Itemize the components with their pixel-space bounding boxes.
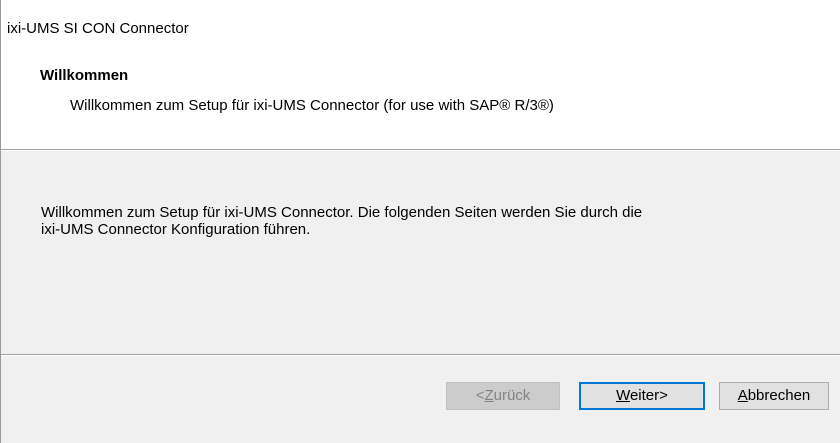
header-subtitle: Willkommen zum Setup für ixi-UMS Connect… [70, 97, 554, 114]
welcome-message-line2: ixi-UMS Connector Konfiguration führen. [41, 221, 311, 238]
welcome-message: Willkommen zum Setup für ixi-UMS Connect… [41, 204, 801, 238]
next-button[interactable]: Weiter> [579, 382, 705, 410]
cancel-button[interactable]: Abbrechen [719, 382, 829, 410]
header-title: Willkommen [40, 67, 129, 84]
back-button-mnemonic: Z [484, 387, 494, 404]
header-divider-highlight [1, 150, 840, 151]
title-bar: ixi-UMS SI CON Connector [1, 0, 840, 40]
next-button-rest: eiter> [629, 387, 668, 404]
window-title: ixi-UMS SI CON Connector [7, 20, 189, 37]
welcome-message-line1: Willkommen zum Setup für ixi-UMS Connect… [41, 204, 643, 221]
back-button[interactable]: <Zurück [446, 382, 560, 410]
footer-divider-highlight [1, 355, 840, 356]
cancel-button-mnemonic: A [737, 387, 748, 404]
setup-wizard-window: ixi-UMS SI CON Connector Willkommen Will… [0, 0, 840, 443]
next-button-mnemonic: W [616, 387, 630, 404]
cancel-button-rest: bbrechen [747, 387, 811, 404]
wizard-header: Willkommen Willkommen zum Setup für ixi-… [1, 40, 840, 149]
back-button-rest: urück [493, 387, 531, 404]
